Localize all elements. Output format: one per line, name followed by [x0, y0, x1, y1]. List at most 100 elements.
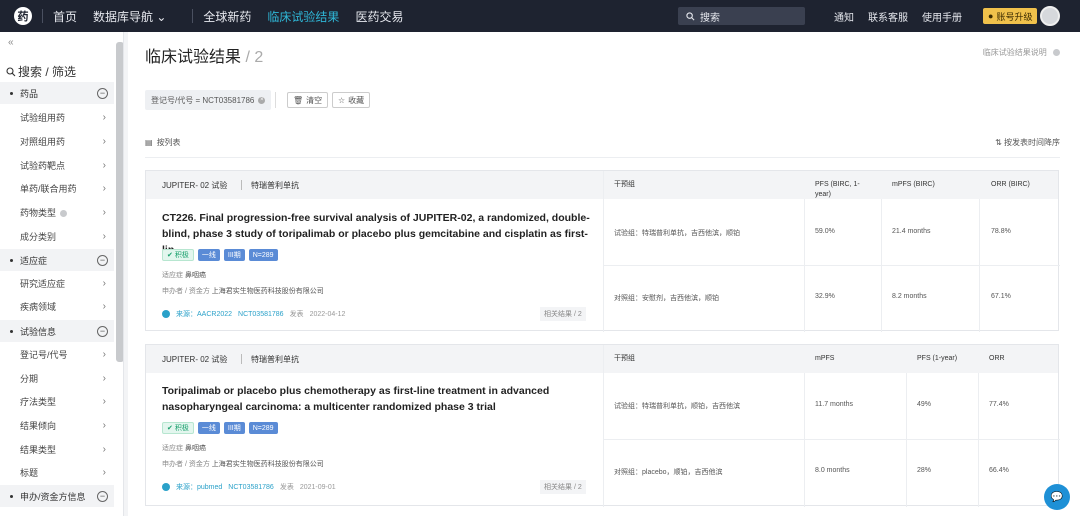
sidebar-item-drug-type[interactable]: 药物类型 › [0, 201, 114, 223]
publish-date: 2021-09-01 [299, 483, 336, 491]
divider [241, 180, 242, 190]
filter-divider [275, 92, 276, 108]
nct-link[interactable]: NCT03581786 [228, 484, 274, 491]
badge-group: ✔ 积极 一线 III期 N=289 [162, 249, 278, 261]
nav-new-drugs[interactable]: 全球新药 [203, 8, 251, 25]
logo-icon[interactable]: 药 [14, 7, 32, 25]
value-cell: 66.4% [989, 467, 1009, 474]
result-title[interactable]: Toripalimab or placebo plus chemotherapy… [162, 383, 562, 415]
save-button[interactable]: ☆ 收藏 [332, 92, 371, 108]
sidebar-item-result-tendency[interactable]: 结果倾向 › [0, 414, 114, 436]
help-link[interactable]: 临床试验结果说明 [983, 47, 1060, 58]
result-card[interactable]: JUPITER- 02 试验 特瑞普利单抗 干预组 PFS (BIRC, 1-y… [145, 170, 1060, 332]
help-icon[interactable] [60, 209, 68, 217]
trash-icon: 🗑 [293, 95, 304, 105]
column-divider [603, 171, 604, 332]
avatar[interactable] [1040, 6, 1060, 26]
nav-database[interactable]: 数据库导航 ⌄ [93, 8, 166, 25]
sidebar-item-registration[interactable]: 登记号/代号 › [0, 343, 114, 365]
check-icon: ✔ [167, 252, 173, 259]
related-results-link[interactable]: 相关结果 / 2 [540, 307, 586, 321]
collapse-icon[interactable]: − [97, 325, 108, 337]
publish-label: 发表 [289, 311, 304, 318]
drug-name[interactable]: 特瑞普利单抗 [251, 354, 299, 365]
sidebar-group-trial-info[interactable]: 试验信息 − [0, 320, 114, 342]
nav-home[interactable]: 首页 [53, 8, 77, 25]
collapse-icon[interactable]: − [97, 490, 108, 502]
notifications-link[interactable]: 通知 [834, 9, 854, 24]
indication-value: 鼻咽癌 [184, 272, 206, 279]
sidebar-group-indication[interactable]: 适应症 − [0, 249, 114, 271]
sample-size-badge: N=289 [248, 422, 278, 434]
nav-clinical-results[interactable]: 临床试验结果 [267, 8, 339, 25]
chevron-right-icon: › [102, 206, 106, 218]
column-divider [906, 373, 907, 507]
view-as-list-toggle[interactable]: ▤ 按列表 [145, 137, 181, 148]
trial-name[interactable]: JUPITER- 02 试验 [162, 180, 227, 191]
collapse-sidebar-icon[interactable]: « [8, 37, 14, 48]
sidebar-item-phase[interactable]: 分期 › [0, 367, 114, 389]
bullet-icon [10, 258, 13, 262]
sort-dropdown[interactable]: ⇅ 按发表时间降序 [995, 137, 1060, 148]
column-header: PFS (BIRC, 1-year) [815, 181, 860, 198]
chevron-right-icon: › [102, 443, 106, 455]
nav-pharma-deals[interactable]: 医药交易 [355, 8, 403, 25]
sidebar-item-label: 标题 [20, 467, 39, 478]
sidebar-item-label: 结果倾向 [20, 420, 57, 431]
sidebar-title: 搜索 / 筛选 [6, 63, 76, 80]
badge-label: 积极 [174, 252, 189, 259]
chevron-right-icon: › [102, 395, 106, 407]
help-icon [1053, 49, 1060, 57]
filter-chip[interactable]: 登记号/代号 = NCT03581786 × [145, 90, 272, 110]
source-link[interactable]: 来源：AACR2022 [176, 309, 232, 319]
sidebar-group-drug[interactable]: 药品 − [0, 82, 114, 104]
column-header: 干预组 [614, 181, 635, 188]
collapse-icon[interactable]: − [97, 254, 108, 266]
badge-group: ✔ 积极 一线 III期 N=289 [162, 422, 278, 434]
nct-link[interactable]: NCT03581786 [238, 311, 284, 318]
contact-support-link[interactable]: 联系客服 [868, 9, 908, 24]
arm-cell: 试验组：特瑞普利单抗，吉西他滨，顺铂 [614, 230, 740, 237]
user-manual-link[interactable]: 使用手册 [922, 9, 962, 24]
source-icon [162, 483, 170, 491]
bullet-icon [10, 91, 13, 95]
sort-label: 按发表时间降序 [1004, 138, 1060, 147]
sidebar-scrollbar[interactable] [116, 42, 123, 362]
sidebar-item-trial-drug[interactable]: 试验组用药 › [0, 106, 114, 128]
sidebar-item-study-indication[interactable]: 研究适应症 › [0, 272, 114, 294]
search-input[interactable]: 搜索 [678, 7, 805, 25]
clear-button[interactable]: 🗑 清空 [287, 92, 329, 108]
sample-size-badge: N=289 [248, 249, 278, 261]
help-link-label: 临床试验结果说明 [982, 48, 1047, 57]
sidebar-item-result-type[interactable]: 结果类型 › [0, 438, 114, 460]
source-link[interactable]: 来源：pubmed [176, 482, 222, 492]
nav-divider [192, 9, 194, 23]
upgrade-button[interactable]: ● 账号升级 [983, 8, 1038, 24]
top-navbar: 药 首页 数据库导航 ⌄ 全球新药 临床试验结果 医药交易 搜索 通知 联系客服… [0, 0, 1080, 32]
card-header: JUPITER- 02 试验 特瑞普利单抗 干预组 PFS (BIRC, 1-y… [146, 171, 1058, 199]
sidebar-item-disease-area[interactable]: 疾病领域 › [0, 295, 114, 317]
drug-name[interactable]: 特瑞普利单抗 [251, 180, 299, 191]
result-card[interactable]: JUPITER- 02 试验 特瑞普利单抗 干预组 mPFS PFS (1-ye… [145, 344, 1060, 507]
sidebar-group-sponsor[interactable]: 申办/资金方信息 − [0, 485, 114, 507]
chevron-right-icon: › [102, 300, 106, 312]
chevron-right-icon: › [102, 230, 106, 242]
sidebar-group-label: 试验信息 [20, 326, 57, 337]
sidebar-item-therapy-type[interactable]: 疗法类型 › [0, 390, 114, 412]
sidebar-item-title[interactable]: 标题 › [0, 461, 114, 483]
collapse-icon[interactable]: − [97, 87, 108, 99]
publish-date: 2022-04-12 [309, 310, 346, 318]
sidebar-item-mono-combo[interactable]: 单药/联合用药 › [0, 177, 114, 199]
sidebar-item-drug-target[interactable]: 试验药靶点 › [0, 154, 114, 176]
value-cell: 28% [917, 467, 932, 474]
sidebar-item-ingredient[interactable]: 成分类别 › [0, 225, 114, 247]
chevron-right-icon: › [102, 135, 106, 147]
close-icon[interactable]: × [258, 96, 266, 104]
related-results-link[interactable]: 相关结果 / 2 [540, 480, 586, 494]
chevron-right-icon: › [102, 348, 106, 360]
trial-name[interactable]: JUPITER- 02 试验 [162, 354, 227, 365]
search-placeholder: 搜索 [700, 12, 720, 24]
chat-support-button[interactable]: 💬 [1044, 484, 1070, 510]
sidebar-item-control-drug[interactable]: 对照组用药 › [0, 130, 114, 152]
meta-label: 申办者 / 资金方 [162, 288, 210, 295]
